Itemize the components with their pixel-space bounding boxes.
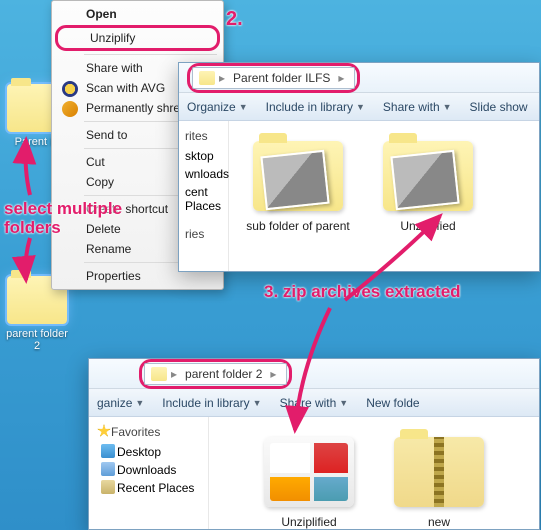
folder-thumbnail-icon bbox=[383, 141, 473, 211]
explorer-window-2: ▸ parent folder 2 ▸ ganize▼ Include in l… bbox=[88, 358, 540, 530]
nav-pane: rites sktop wnloads cent Places ries bbox=[179, 121, 229, 271]
folder-thumbnail-icon bbox=[264, 437, 354, 507]
annotation-arrow bbox=[26, 140, 31, 195]
cmd-slide-show[interactable]: Slide show bbox=[470, 100, 528, 114]
folder-item-label: new bbox=[384, 515, 494, 529]
breadcrumb-label: Parent folder ILFS bbox=[229, 71, 334, 85]
menu-item-unziplify[interactable]: Unziplify bbox=[55, 25, 220, 51]
chevron-right-icon: ▸ bbox=[334, 71, 348, 85]
folder-item-label: Unziplified bbox=[373, 219, 483, 233]
chevron-down-icon: ▼ bbox=[443, 102, 452, 112]
folder-item-zip[interactable]: new bbox=[384, 437, 494, 509]
chevron-down-icon: ▼ bbox=[339, 398, 348, 408]
nav-desktop[interactable]: sktop bbox=[179, 147, 228, 165]
nav-libraries[interactable]: ries bbox=[179, 225, 228, 245]
recent-places-icon bbox=[101, 480, 115, 494]
folder-item-label: Unziplified bbox=[254, 515, 364, 529]
chevron-down-icon: ▼ bbox=[135, 398, 144, 408]
explorer-window-1: ▸ Parent folder ILFS ▸ Organize▼ Include… bbox=[178, 62, 540, 272]
folder-content[interactable]: Unziplified new bbox=[209, 417, 539, 529]
cmd-organize[interactable]: Organize▼ bbox=[187, 100, 248, 114]
breadcrumb[interactable]: ▸ Parent folder ILFS ▸ bbox=[192, 67, 355, 89]
command-bar: ganize▼ Include in library▼ Share with▼ … bbox=[89, 389, 539, 417]
desktop-icon bbox=[101, 444, 115, 458]
folder-item-unziplified[interactable]: Unziplified bbox=[254, 437, 364, 509]
annotation-step-3: 3. zip archives extracted bbox=[264, 283, 461, 302]
downloads-icon bbox=[101, 462, 115, 476]
cmd-share-with[interactable]: Share with▼ bbox=[383, 100, 452, 114]
folder-content[interactable]: sub folder of parent Unziplified bbox=[229, 121, 539, 271]
chevron-right-icon: ▸ bbox=[266, 367, 280, 381]
cmd-share-with[interactable]: Share with▼ bbox=[280, 396, 349, 410]
command-bar: Organize▼ Include in library▼ Share with… bbox=[179, 93, 539, 121]
cmd-organize[interactable]: ganize▼ bbox=[97, 396, 144, 410]
nav-desktop[interactable]: Desktop bbox=[89, 443, 208, 461]
nav-downloads[interactable]: Downloads bbox=[89, 461, 208, 479]
chevron-right-icon: ▸ bbox=[167, 367, 181, 381]
chevron-down-icon: ▼ bbox=[253, 398, 262, 408]
breadcrumb-label: parent folder 2 bbox=[181, 367, 266, 381]
cmd-include-library[interactable]: Include in library▼ bbox=[266, 100, 365, 114]
folder-item[interactable]: sub folder of parent bbox=[243, 141, 353, 251]
chevron-down-icon: ▼ bbox=[239, 102, 248, 112]
nav-favorites[interactable]: rites bbox=[179, 127, 228, 147]
chevron-down-icon: ▼ bbox=[356, 102, 365, 112]
cmd-include-library[interactable]: Include in library▼ bbox=[162, 396, 261, 410]
shred-icon bbox=[62, 101, 78, 117]
folder-icon bbox=[151, 367, 167, 381]
folder-label: parent folder 2 bbox=[2, 328, 72, 352]
zip-icon bbox=[394, 437, 484, 507]
separator bbox=[84, 54, 217, 55]
menu-item-open[interactable]: Open bbox=[54, 4, 221, 24]
star-icon bbox=[97, 424, 111, 438]
nav-pane: Favorites Desktop Downloads Recent Place… bbox=[89, 417, 209, 529]
cmd-new-folder[interactable]: New folde bbox=[366, 396, 419, 410]
breadcrumb-highlight: ▸ Parent folder ILFS ▸ bbox=[187, 63, 360, 93]
nav-recent-places[interactable]: Recent Places bbox=[89, 479, 208, 497]
folder-icon bbox=[199, 71, 215, 85]
folder-thumbnail-icon bbox=[253, 141, 343, 211]
annotation-step-2: 2. bbox=[226, 8, 243, 30]
chevron-right-icon: ▸ bbox=[215, 71, 229, 85]
avg-icon bbox=[62, 81, 78, 97]
address-bar: ▸ parent folder 2 ▸ bbox=[89, 359, 539, 389]
nav-favorites[interactable]: Favorites bbox=[89, 423, 208, 443]
annotation-select-multiple: select multiple folders bbox=[4, 200, 124, 237]
nav-recent-places[interactable]: cent Places bbox=[179, 183, 228, 215]
folder-item-label: sub folder of parent bbox=[243, 219, 353, 233]
folder-item-unziplified[interactable]: Unziplified bbox=[373, 141, 483, 251]
nav-downloads[interactable]: wnloads bbox=[179, 165, 228, 183]
address-bar: ▸ Parent folder ILFS ▸ bbox=[179, 63, 539, 93]
breadcrumb-highlight: ▸ parent folder 2 ▸ bbox=[139, 359, 292, 389]
breadcrumb[interactable]: ▸ parent folder 2 ▸ bbox=[144, 363, 287, 385]
